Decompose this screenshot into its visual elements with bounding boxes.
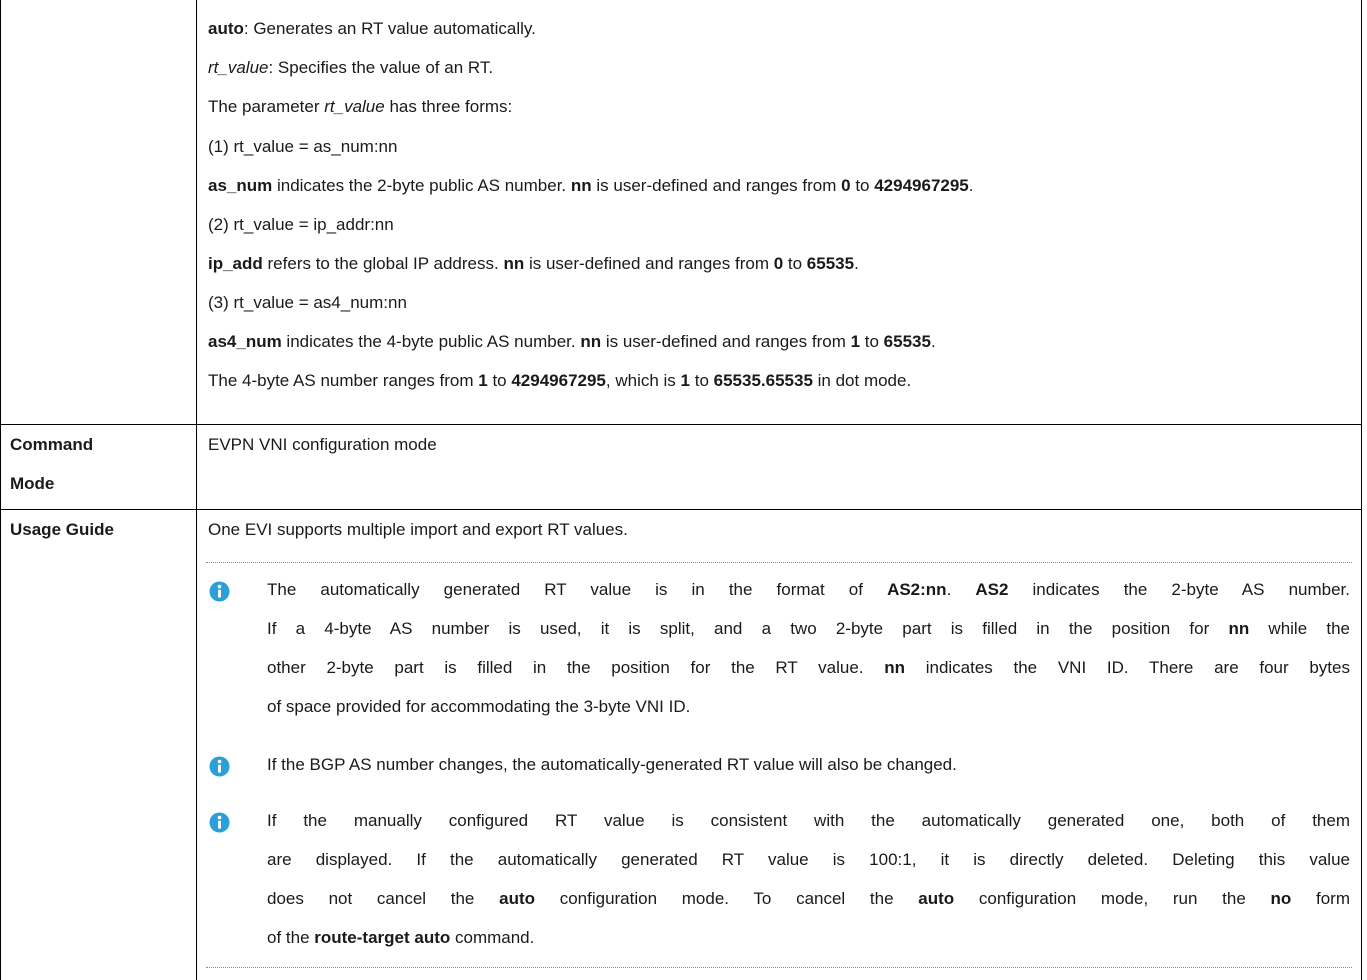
parameter-table: auto: Generates an RT value automaticall… [0, 0, 1362, 980]
param-as4-num-desc: as4_num indicates the 4-byte public AS n… [208, 332, 936, 351]
note1-line2: If a 4-byte AS number is used, it is spl… [267, 619, 1350, 638]
info-icon [209, 581, 230, 602]
param-forms-intro: The parameter rt_value has three forms: [208, 97, 513, 116]
param-as-num-desc: as_num indicates the 2-byte public AS nu… [208, 176, 974, 195]
note3-line4: of the route-target auto command. [267, 928, 535, 947]
param-auto: auto: Generates an RT value automaticall… [208, 19, 536, 38]
row-divider-usage-guide [0, 509, 1362, 510]
dotted-separator-top [206, 562, 1352, 563]
note3-line3: does not cancel the auto configuration m… [267, 889, 1350, 908]
usage-guide-intro: One EVI supports multiple import and exp… [208, 520, 628, 539]
note3-line1: If the manually configured RT value is c… [267, 811, 1350, 830]
command-mode-label-line2: Mode [10, 474, 55, 493]
table-border-left [0, 0, 1, 980]
param-form-1: (1) rt_value = as_num:nn [208, 137, 398, 156]
param-rt-value: rt_value: Specifies the value of an RT. [208, 58, 494, 77]
row-divider-command-mode [0, 424, 1362, 425]
note2-line1: If the BGP AS number changes, the automa… [267, 755, 957, 774]
param-form-2: (2) rt_value = ip_addr:nn [208, 215, 394, 234]
dotted-separator-bottom [206, 967, 1352, 968]
command-mode-label-line1: Command [10, 435, 94, 454]
info-icon [209, 812, 230, 833]
command-mode-value: EVPN VNI configuration mode [208, 435, 437, 454]
table-column-divider [196, 0, 197, 980]
param-dot-mode-desc: The 4-byte AS number ranges from 1 to 42… [208, 371, 912, 390]
param-form-3: (3) rt_value = as4_num:nn [208, 293, 407, 312]
note1-line4: of space provided for accommodating the … [267, 697, 691, 716]
note3-line2: are displayed. If the automatically gene… [267, 850, 1350, 869]
info-icon [209, 756, 230, 777]
table-border-right [1361, 0, 1362, 980]
note1-line3: other 2-byte part is filled in the posit… [267, 658, 1350, 677]
usage-guide-label: Usage Guide [10, 520, 114, 539]
note1-line1: The automatically generated RT value is … [267, 580, 1350, 599]
param-ip-add-desc: ip_add refers to the global IP address. … [208, 254, 859, 273]
